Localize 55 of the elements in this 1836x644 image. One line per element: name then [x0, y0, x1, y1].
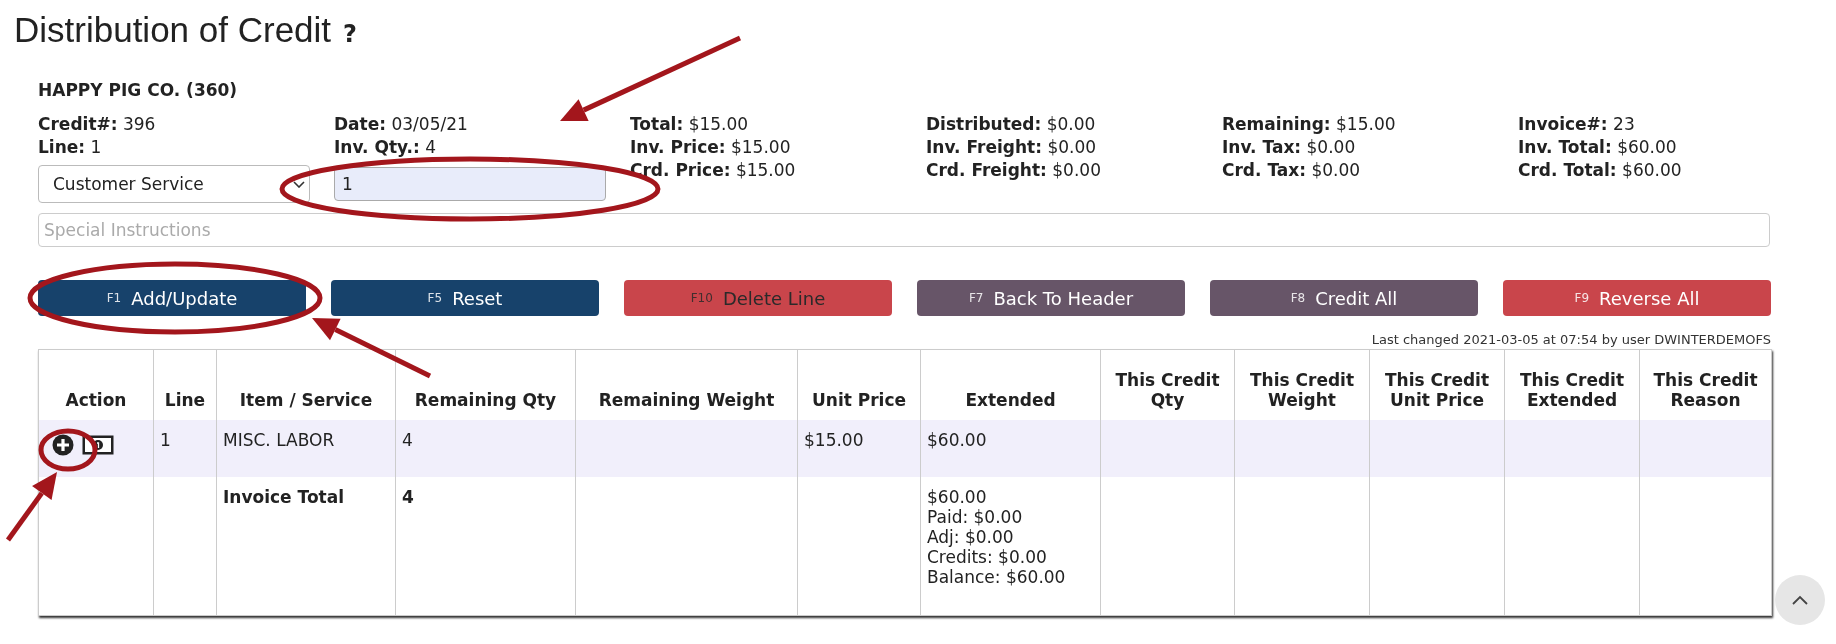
- column-header: Extended: [920, 349, 1101, 420]
- info-field: Total: $15.00: [630, 113, 749, 136]
- info-field: Date: 03/05/21: [334, 113, 468, 136]
- info-field: Inv. Qty.: 4: [334, 136, 437, 159]
- customer-name: HAPPY PIG CO. (360): [38, 80, 239, 100]
- page-title: Distribution of Credit: [14, 10, 332, 50]
- info-field: Line: 1: [38, 136, 102, 159]
- table-cell-text: 1: [160, 429, 172, 450]
- column-header: Unit Price: [797, 349, 921, 420]
- table-cell-text: 4: [402, 429, 414, 450]
- qty-input[interactable]: 1: [334, 167, 606, 201]
- help-link[interactable]: ?: [343, 20, 357, 48]
- annotation-ellipse: [38, 428, 98, 472]
- info-field: Inv. Price: $15.00: [630, 136, 791, 159]
- table-cell-text: Adj: $0.00: [927, 526, 1015, 547]
- table-cell-text: $60.00: [927, 486, 988, 507]
- table-cell-text: Invoice Total: [223, 486, 345, 507]
- table-cell-text: 4: [402, 486, 415, 507]
- add-icon[interactable]: [52, 433, 74, 456]
- info-field: Inv. Total: $60.00: [1518, 136, 1677, 159]
- table-cell-text: $60.00: [927, 429, 988, 450]
- action-button[interactable]: F7 Back To Header: [917, 280, 1185, 316]
- last-changed-note: Last changed 2021-03-05 at 07:54 by user DWINTERDEMOFS: [1370, 332, 1771, 347]
- info-field: Inv. Freight: $0.00: [926, 136, 1097, 159]
- column-header: Action: [38, 349, 154, 420]
- table-cell-text: Credits: $0.00: [927, 546, 1048, 567]
- table-cell-text: Paid: $0.00: [927, 506, 1024, 527]
- column-header: Item / Service: [216, 349, 396, 420]
- action-button[interactable]: F1 Add/Update: [38, 280, 306, 316]
- column-header: This Credit Extended: [1504, 349, 1640, 420]
- info-field: Distributed: $0.00: [926, 113, 1096, 136]
- column-header: Remaining Qty: [395, 349, 576, 420]
- table-cell-text: MISC. LABOR: [223, 429, 336, 450]
- chevron-down-icon: [293, 180, 305, 188]
- column-header: Line: [153, 349, 217, 420]
- info-field: Crd. Tax: $0.00: [1222, 159, 1361, 182]
- action-button[interactable]: F5 Reset: [331, 280, 599, 316]
- info-field: Crd. Total: $60.00: [1518, 159, 1682, 182]
- column-header: This Credit Weight: [1234, 349, 1370, 420]
- column-header: Remaining Weight: [575, 349, 798, 420]
- column-header: This Credit Unit Price: [1369, 349, 1505, 420]
- info-field: Remaining: $15.00: [1222, 113, 1396, 136]
- column-header: This Credit Reason: [1639, 349, 1772, 420]
- special-instructions-field[interactable]: Special Instructions: [38, 213, 1770, 247]
- table-cell-text: Balance: $60.00: [927, 566, 1067, 587]
- chevron-up-icon: [1792, 595, 1808, 605]
- action-button[interactable]: F8 Credit All: [1210, 280, 1478, 316]
- table-cell-text: $15.00: [804, 429, 865, 450]
- action-button[interactable]: F9 Reverse All: [1503, 280, 1771, 316]
- column-header: This Credit Qty: [1100, 349, 1235, 420]
- info-field: Invoice#: 23: [1518, 113, 1635, 136]
- info-field: Credit#: 396: [38, 113, 156, 136]
- info-field: Crd. Freight: $0.00: [926, 159, 1101, 182]
- reason-select[interactable]: Customer Service: [38, 165, 310, 203]
- info-field: Inv. Tax: $0.00: [1222, 136, 1356, 159]
